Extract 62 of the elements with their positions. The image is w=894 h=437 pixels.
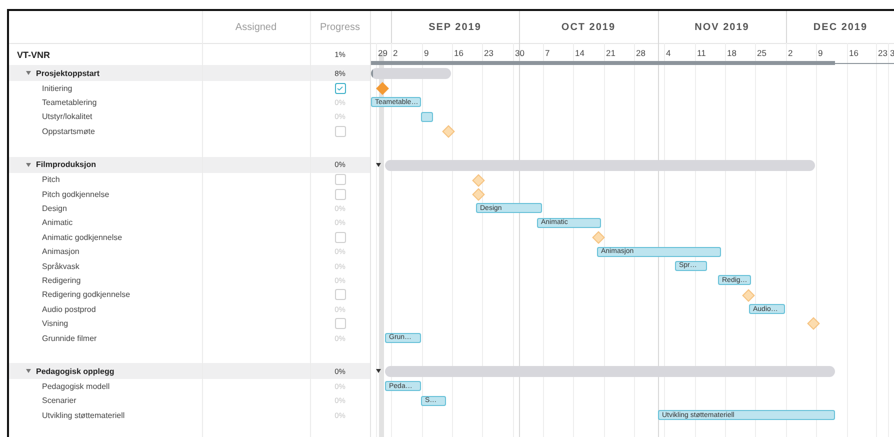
task-name[interactable]: Pedagogisk modell bbox=[42, 382, 110, 391]
caret-icon[interactable] bbox=[376, 369, 381, 374]
week-label: 9 bbox=[424, 48, 429, 58]
task-name[interactable]: Visning bbox=[42, 319, 68, 328]
checkbox[interactable] bbox=[334, 188, 346, 200]
column-header: Progress bbox=[320, 22, 360, 32]
task-name[interactable]: Pitch godkjennelse bbox=[42, 190, 110, 199]
task-name[interactable]: Animatic bbox=[42, 218, 73, 228]
week-label: 2 bbox=[393, 48, 398, 58]
task-name[interactable]: Oppstartsmøte bbox=[42, 126, 95, 136]
task-name[interactable]: Redigering bbox=[42, 276, 81, 285]
week-label: 21 bbox=[606, 48, 616, 58]
task-name[interactable]: Design bbox=[42, 204, 67, 214]
month-label: SEP 2019 bbox=[428, 20, 482, 34]
week-label: 29 bbox=[378, 48, 388, 58]
week-label: 16 bbox=[849, 48, 858, 58]
group-name: Prosjektoppstart bbox=[36, 68, 100, 78]
task-name[interactable]: Utstyr/lokalitet bbox=[42, 112, 92, 122]
project-bar[interactable] bbox=[371, 61, 835, 65]
task-name[interactable]: Initiering bbox=[42, 84, 72, 93]
week-label: 23 bbox=[878, 48, 888, 58]
week-label: 16 bbox=[454, 48, 464, 58]
week-label: 14 bbox=[575, 48, 584, 58]
week-label: 2 bbox=[788, 48, 793, 58]
task-name[interactable]: Grunnide filmer bbox=[42, 334, 97, 343]
group-name: Pedagogisk opplegg bbox=[36, 366, 114, 376]
timeline-line bbox=[835, 63, 894, 64]
checkbox[interactable] bbox=[334, 289, 346, 300]
checkbox[interactable] bbox=[334, 232, 346, 243]
task-name[interactable]: Animatic godkjennelse bbox=[42, 232, 122, 242]
task-name[interactable]: Språkvask bbox=[42, 262, 80, 271]
task-name[interactable]: Audio postprod bbox=[42, 304, 96, 314]
project-name: VT-VNR bbox=[17, 50, 50, 60]
checkbox[interactable] bbox=[334, 126, 346, 137]
week-label: 23 bbox=[484, 48, 494, 58]
group-name: Filmproduksjon bbox=[36, 160, 96, 170]
month-label: OCT 2019 bbox=[560, 20, 617, 34]
week-label: 7 bbox=[545, 48, 550, 58]
checkbox[interactable] bbox=[334, 82, 346, 94]
task-name[interactable]: Pitch bbox=[42, 175, 60, 184]
summary-bar[interactable] bbox=[371, 68, 451, 79]
column-header: Assigned bbox=[235, 22, 277, 32]
week-label: 18 bbox=[727, 48, 736, 58]
caret-icon[interactable] bbox=[376, 162, 381, 167]
task-name[interactable]: Animasjon bbox=[42, 247, 80, 256]
task-name[interactable]: Teametablering bbox=[42, 98, 97, 108]
task-name[interactable]: Redigering godkjennelse bbox=[42, 290, 130, 300]
week-label: 4 bbox=[666, 48, 671, 58]
month-label: DEC 2019 bbox=[812, 20, 869, 34]
week-label: 28 bbox=[636, 48, 646, 58]
check-icon bbox=[337, 86, 343, 91]
task-bar[interactable] bbox=[421, 112, 433, 122]
week-label: 25 bbox=[757, 48, 766, 58]
month-label: NOV 2019 bbox=[694, 20, 750, 34]
checkbox[interactable] bbox=[334, 318, 346, 330]
week-label: 9 bbox=[818, 48, 823, 58]
task-name[interactable]: Scenarier bbox=[42, 396, 76, 406]
week-label: 11 bbox=[697, 48, 706, 58]
week-label: 30 bbox=[515, 48, 524, 58]
checkbox[interactable] bbox=[334, 174, 346, 186]
week-label: 3 bbox=[890, 48, 894, 58]
task-name[interactable]: Utvikling støttemateriell bbox=[42, 410, 125, 420]
